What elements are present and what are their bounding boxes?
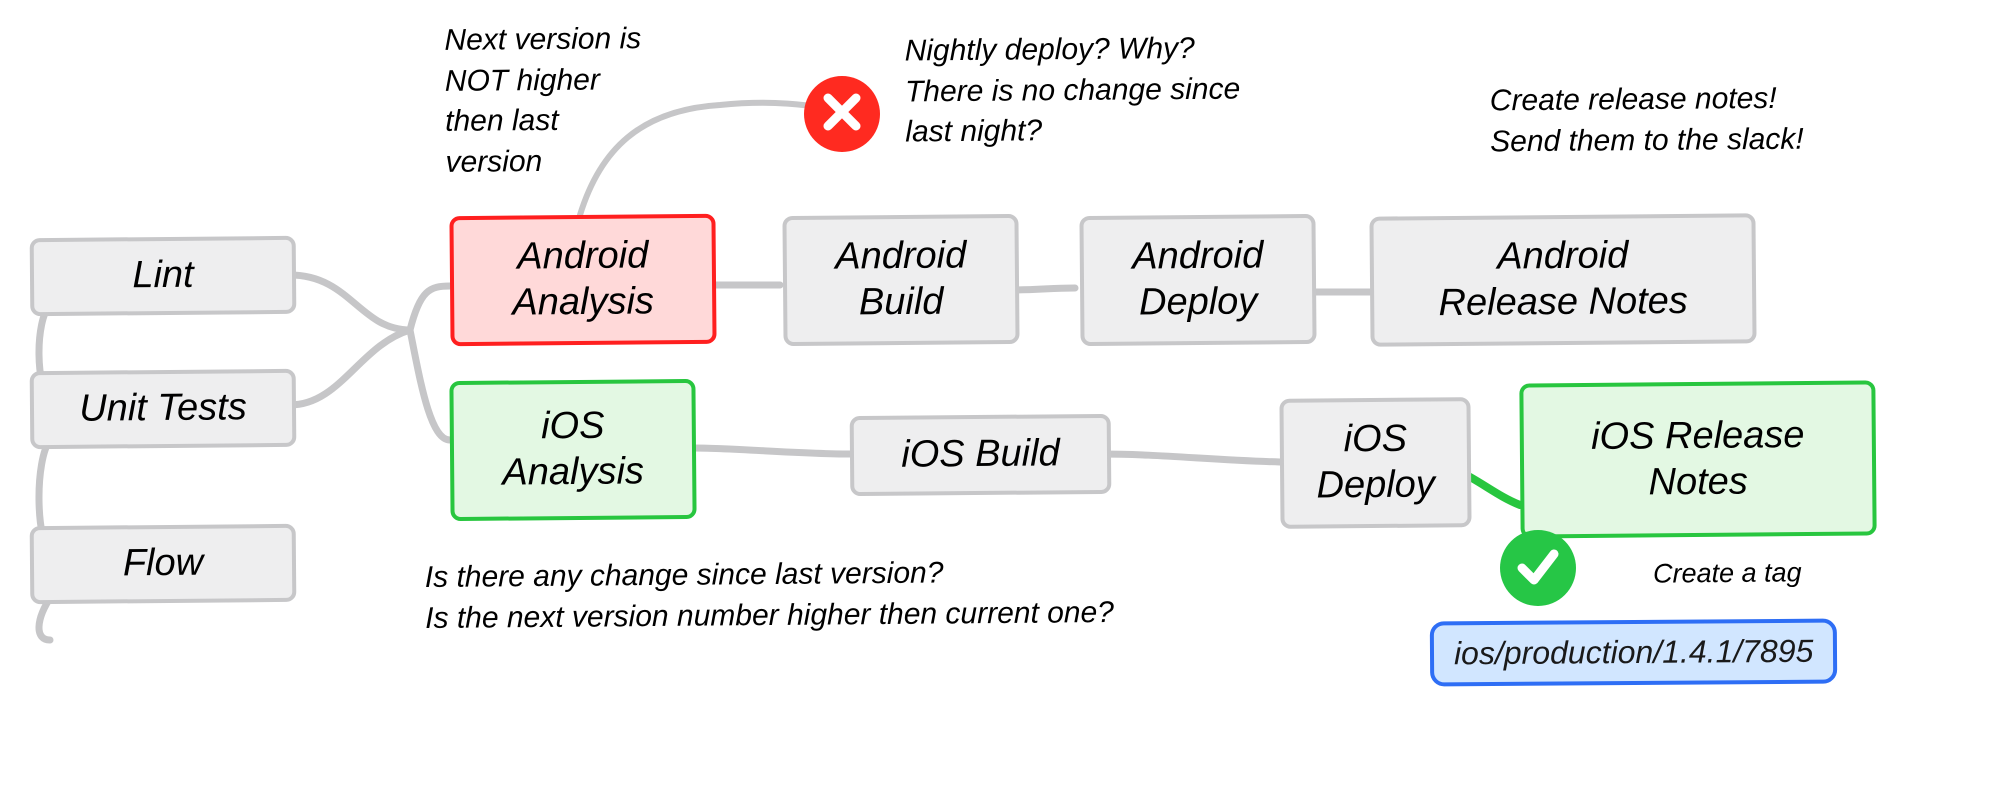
node-label: iOS Deploy — [1316, 417, 1435, 509]
node-ios-deploy: iOS Deploy — [1279, 397, 1471, 529]
cross-icon — [818, 88, 866, 141]
node-flow: Flow — [30, 524, 297, 604]
node-label: Unit Tests — [79, 385, 247, 432]
git-tag-label: ios/production/1.4.1/7895 — [1454, 633, 1814, 672]
fail-badge — [804, 76, 880, 152]
node-android-deploy: Android Deploy — [1079, 214, 1316, 346]
note-analysis-q: Is there any change since last version? … — [425, 552, 1114, 639]
node-android-analysis: Android Analysis — [449, 214, 716, 346]
note-release-slack: Create release notes! Send them to the s… — [1490, 79, 1804, 163]
check-icon — [1514, 542, 1562, 595]
pipeline-diagram: Lint Unit Tests Flow Android Analysis An… — [0, 0, 2000, 800]
node-label: iOS Build — [901, 432, 1060, 479]
git-tag: ios/production/1.4.1/7895 — [1430, 619, 1838, 687]
node-android-release: Android Release Notes — [1369, 213, 1756, 346]
node-android-build: Android Build — [782, 214, 1019, 346]
node-label: Android Analysis — [512, 234, 654, 326]
node-ios-analysis: iOS Analysis — [449, 379, 696, 521]
success-badge — [1500, 530, 1576, 606]
node-ios-build: iOS Build — [850, 414, 1112, 496]
node-label: Android Release Notes — [1438, 233, 1688, 326]
node-unit-tests: Unit Tests — [30, 369, 297, 449]
note-nightly: Nightly deploy? Why? There is no change … — [904, 29, 1240, 153]
node-label: iOS Analysis — [502, 404, 644, 496]
node-label: Android Deploy — [1132, 234, 1264, 326]
node-label: Flow — [123, 541, 204, 587]
note-create-tag: Create a tag — [1653, 554, 1802, 592]
node-lint: Lint — [30, 236, 297, 316]
node-label: Android Build — [835, 234, 967, 326]
note-version-fail: Next version is NOT higher then last ver… — [444, 19, 642, 183]
node-ios-release: iOS Release Notes — [1519, 380, 1876, 538]
node-label: iOS Release Notes — [1591, 413, 1805, 506]
node-label: Lint — [132, 253, 194, 299]
